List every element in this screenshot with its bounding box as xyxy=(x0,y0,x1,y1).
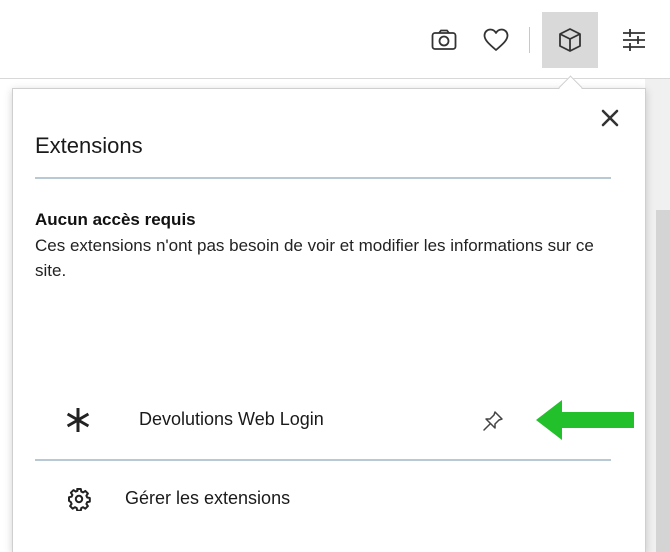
gear-icon xyxy=(68,488,91,511)
camera-icon xyxy=(431,29,457,50)
manage-extensions-row[interactable]: Gérer les extensions xyxy=(35,477,611,521)
screenshot-button[interactable] xyxy=(416,12,472,68)
close-icon xyxy=(601,109,619,127)
green-arrow-annotation xyxy=(536,400,634,440)
sliders-icon xyxy=(623,29,645,51)
asterisk-icon xyxy=(66,408,90,432)
extensions-popup: Extensions Aucun accès requis Ces extens… xyxy=(12,88,646,552)
pin-icon xyxy=(483,411,503,431)
popup-title: Extensions xyxy=(35,133,143,158)
browser-window: Extensions Aucun accès requis Ces extens… xyxy=(0,0,670,552)
browser-toolbar xyxy=(0,0,670,79)
toolbar-separator xyxy=(529,27,530,53)
close-button[interactable] xyxy=(595,103,625,133)
heart-icon xyxy=(483,28,509,51)
title-divider xyxy=(35,177,611,179)
section-heading: Aucun accès requis xyxy=(35,210,196,229)
favorites-button[interactable] xyxy=(468,12,524,68)
manage-divider xyxy=(35,459,611,461)
extension-name: Devolutions Web Login xyxy=(139,409,324,429)
page-scrollbar-thumb[interactable] xyxy=(656,210,670,552)
pin-extension-button[interactable] xyxy=(475,403,511,439)
manage-extensions-label: Gérer les extensions xyxy=(125,488,291,508)
extensions-button[interactable] xyxy=(542,12,598,68)
cube-icon xyxy=(559,28,581,52)
section-description: Ces extensions n'ont pas besoin de voir … xyxy=(35,236,594,280)
settings-sliders-button[interactable] xyxy=(606,12,662,68)
extension-row-devolutions[interactable]: Devolutions Web Login xyxy=(35,389,611,449)
